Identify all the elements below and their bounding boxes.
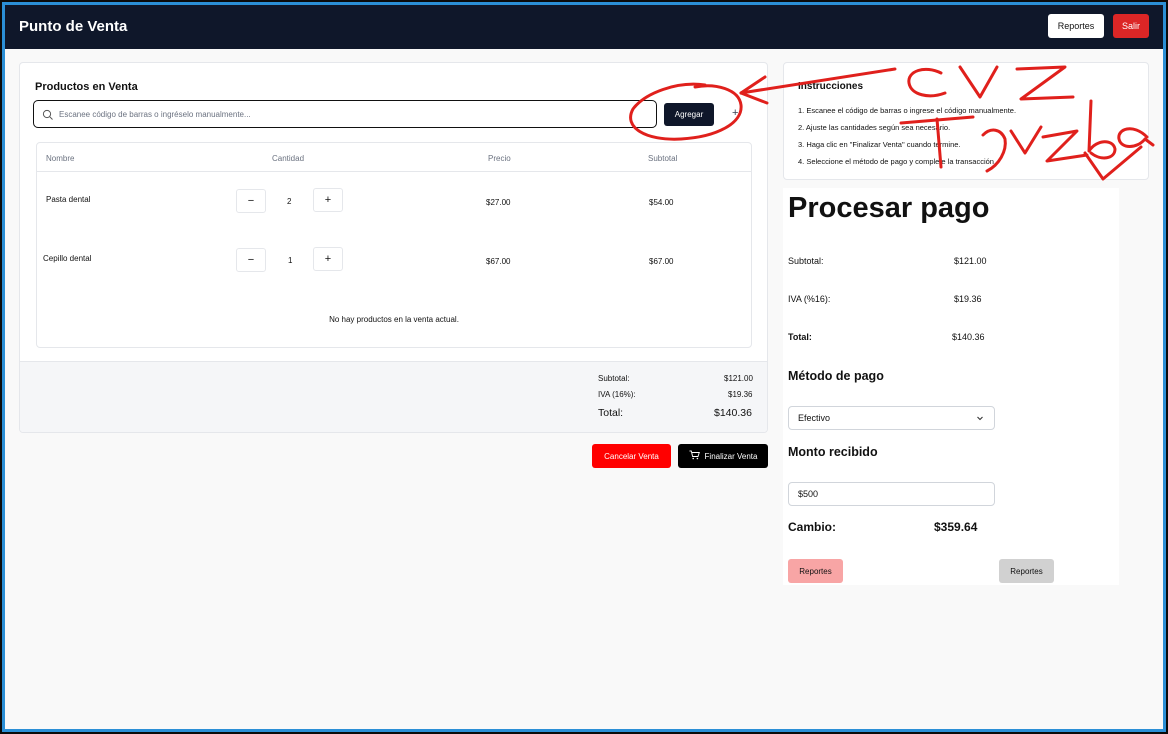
payment-method-value: Efectivo	[798, 413, 831, 423]
product-name: Pasta dental	[46, 195, 91, 204]
product-price: $27.00	[486, 198, 511, 207]
chevron-down-icon	[975, 413, 985, 423]
pay-iva-label: IVA (%16):	[788, 294, 831, 304]
increase-quantity-button[interactable]: +	[313, 188, 343, 212]
subtotal-label: Subtotal:	[598, 374, 630, 383]
decrease-quantity-button[interactable]: −	[236, 248, 266, 272]
sale-card: Productos en Venta Agregar + Nombre Cant…	[19, 62, 768, 433]
change-label: Cambio:	[788, 520, 836, 534]
add-product-button[interactable]: Agregar	[664, 103, 714, 126]
payment-method-select[interactable]: Efectivo	[788, 406, 995, 430]
empty-sale-message: No hay productos en la venta actual.	[329, 315, 459, 324]
pay-total-label: Total:	[788, 332, 812, 342]
total-label: Total:	[598, 407, 624, 419]
sale-totals: Subtotal: $121.00 IVA (16%): $19.36 Tota…	[20, 361, 767, 432]
products-table: Nombre Cantidad Precio Subtotal Pasta de…	[36, 142, 752, 348]
reportes-button[interactable]: Reportes	[1048, 14, 1104, 38]
iva-label: IVA (16%):	[598, 390, 636, 399]
instruction-step: 3. Haga clic en "Finalizar Venta" cuando…	[798, 140, 961, 149]
amount-received-input[interactable]: $500	[788, 482, 995, 506]
logout-button[interactable]: Salir	[1113, 14, 1149, 38]
instruction-step: 4. Seleccione el método de pago y comple…	[798, 157, 997, 166]
reportes-gray-button[interactable]: Reportes	[999, 559, 1054, 583]
pay-subtotal-label: Subtotal:	[788, 256, 824, 266]
total-value: $140.36	[714, 407, 752, 419]
sale-title: Productos en Venta	[35, 81, 138, 93]
pay-total-value: $140.36	[952, 332, 985, 342]
payment-panel: Procesar pago Subtotal: $121.00 IVA (%16…	[783, 188, 1119, 585]
instruction-step: 1. Escanee el código de barras o ingrese…	[798, 106, 1017, 115]
payment-method-heading: Método de pago	[788, 369, 884, 383]
cancel-sale-button[interactable]: Cancelar Venta	[592, 444, 671, 468]
amount-received-heading: Monto recibido	[788, 445, 878, 459]
cart-icon	[689, 450, 700, 462]
column-header-price: Precio	[488, 154, 511, 163]
reportes-pink-button[interactable]: Reportes	[788, 559, 843, 583]
product-quantity: 2	[287, 197, 292, 206]
instructions-card: Instrucciones 1. Escanee el código de ba…	[783, 62, 1149, 180]
product-name: Cepillo dental	[43, 254, 92, 263]
barcode-input[interactable]	[59, 109, 619, 119]
instructions-title: Instrucciones	[798, 81, 864, 92]
instruction-step: 2. Ajuste las cantidades según sea neces…	[798, 123, 951, 132]
app-window: Punto de Venta Reportes Salir Productos …	[2, 2, 1166, 732]
app-title: Punto de Venta	[19, 18, 128, 35]
increase-quantity-button[interactable]: +	[313, 247, 343, 271]
pay-subtotal-value: $121.00	[954, 256, 987, 266]
header-divider	[37, 171, 751, 172]
pay-iva-value: $19.36	[954, 294, 982, 304]
product-quantity: 1	[288, 256, 293, 265]
barcode-search-box[interactable]	[33, 100, 657, 128]
finish-sale-button[interactable]: Finalizar Venta	[678, 444, 768, 468]
product-subtotal: $67.00	[649, 257, 674, 266]
column-header-quantity: Cantidad	[272, 154, 305, 163]
payment-title: Procesar pago	[788, 192, 990, 224]
finish-sale-label: Finalizar Venta	[704, 451, 758, 461]
iva-value: $19.36	[728, 390, 753, 399]
subtotal-value: $121.00	[724, 374, 753, 383]
decrease-quantity-button[interactable]: −	[236, 189, 266, 213]
product-price: $67.00	[486, 257, 511, 266]
column-header-subtotal: Subtotal	[648, 154, 678, 163]
product-subtotal: $54.00	[649, 198, 674, 207]
change-value: $359.64	[934, 520, 978, 534]
column-header-name: Nombre	[46, 154, 75, 163]
add-plus-icon[interactable]: +	[732, 107, 738, 119]
top-navbar: Punto de Venta Reportes Salir	[5, 5, 1163, 49]
search-icon	[42, 108, 54, 120]
